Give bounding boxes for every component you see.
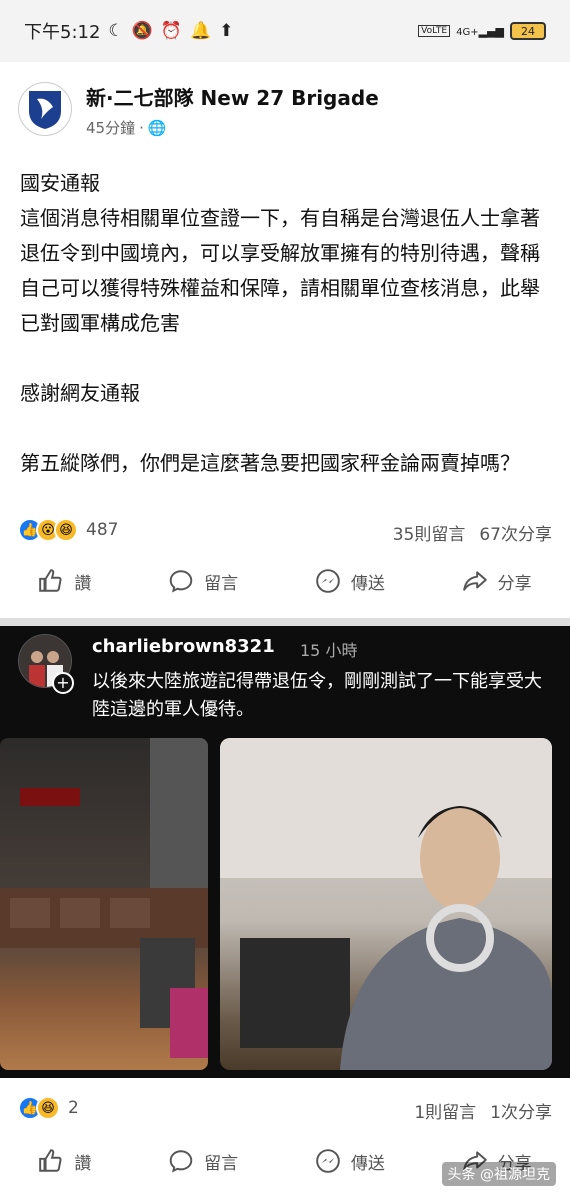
- comments-count[interactable]: 35則留言: [393, 520, 466, 545]
- post-line: 第五縱隊們，你們是這麼著急要把國家秤金論兩賣掉嗎？: [20, 451, 520, 475]
- comment-icon: [169, 1150, 193, 1173]
- shares-count-2[interactable]: 1次分享: [490, 1098, 552, 1123]
- volte-icon: VoLTE: [418, 25, 451, 37]
- globe-icon: 🌐: [147, 118, 167, 137]
- post-body: 國安通報 這個消息待相關單位查證一下，有自稱是台灣退伍人士拿著退伍令到中國境內，…: [20, 166, 555, 481]
- comment-icon: [169, 570, 193, 593]
- post-line: [20, 411, 555, 446]
- page-name[interactable]: 新·二七部隊 New 27 Brigade: [86, 82, 379, 111]
- post-divider: [0, 618, 570, 626]
- status-bar: 下午5:12 ☾ 🔕 ⏰ 🔔 ⬆ VoLTE 4G+▂▄▆ 24: [0, 0, 570, 62]
- thumbs-up-icon: [39, 569, 62, 592]
- do-not-disturb-icon: ☾: [108, 21, 124, 41]
- post-line: 這個消息待相關單位查證一下，有自稱是台灣退伍人士拿著退伍令到中國境內，可以享受解…: [20, 206, 540, 335]
- haha-reaction-icon: 😆: [54, 518, 78, 542]
- selfie-photo[interactable]: [220, 738, 552, 1070]
- reactions-summary[interactable]: 👍 😮 😆 487: [18, 518, 118, 542]
- notification-icon: 🔔: [190, 21, 212, 41]
- post-line: [20, 341, 555, 376]
- add-icon[interactable]: +: [52, 672, 74, 694]
- messenger-icon: [316, 1149, 340, 1173]
- haha-reaction-icon: 😆: [36, 1096, 60, 1120]
- like-button[interactable]: 讚: [38, 568, 91, 594]
- shares-count[interactable]: 67次分享: [479, 520, 552, 545]
- mute-icon: 🔕: [131, 21, 153, 41]
- like-button[interactable]: 讚: [38, 1148, 91, 1174]
- reactions-summary-2[interactable]: 👍 😆 2: [18, 1096, 79, 1120]
- reactions-count-2: 2: [68, 1098, 79, 1118]
- post-time[interactable]: 45分鐘: [86, 117, 135, 138]
- selfie-image: [220, 738, 552, 1070]
- signal-icon: 4G+▂▄▆: [456, 24, 504, 38]
- post-line: 國安通報: [20, 171, 100, 195]
- share-arrow-icon: [462, 571, 487, 591]
- comment-button[interactable]: 留言: [168, 1148, 238, 1174]
- action-bar: 讚 留言 傳送 分享: [0, 568, 570, 594]
- commenter-username[interactable]: charliebrown8321: [92, 636, 275, 657]
- messenger-icon: [316, 569, 340, 593]
- post-stats-2: 1則留言 1次分享: [414, 1098, 552, 1123]
- thumbs-up-icon: [39, 1149, 62, 1172]
- upload-icon: ⬆: [219, 21, 234, 41]
- comment-button[interactable]: 留言: [168, 568, 238, 594]
- post-line: 感謝網友通報: [20, 381, 140, 405]
- battery-icon: 24: [510, 22, 546, 40]
- watermark: 头条 @祖源坦克: [441, 1162, 556, 1186]
- comment-time: 15 小時: [300, 641, 358, 660]
- comments-count-2[interactable]: 1則留言: [414, 1098, 476, 1123]
- status-time: 下午5:12: [24, 22, 101, 43]
- post-meta: 45分鐘 · 🌐: [86, 117, 167, 138]
- reactions-count: 487: [86, 520, 119, 540]
- comment-text: 以後來大陸旅遊記得帶退伍令，剛剛測試了一下能享受大陸這邊的軍人優待。: [92, 671, 542, 720]
- brigade-emblem-icon: [29, 91, 61, 129]
- send-button[interactable]: 傳送: [315, 568, 385, 594]
- post-stats: 35則留言 67次分享: [393, 520, 552, 545]
- alarm-icon: ⏰: [160, 21, 183, 41]
- send-button[interactable]: 傳送: [315, 1148, 385, 1174]
- station-photo[interactable]: [0, 738, 208, 1070]
- page-avatar[interactable]: [18, 82, 72, 136]
- waiting-hall-image: [0, 738, 208, 1058]
- share-button[interactable]: 分享: [462, 568, 532, 594]
